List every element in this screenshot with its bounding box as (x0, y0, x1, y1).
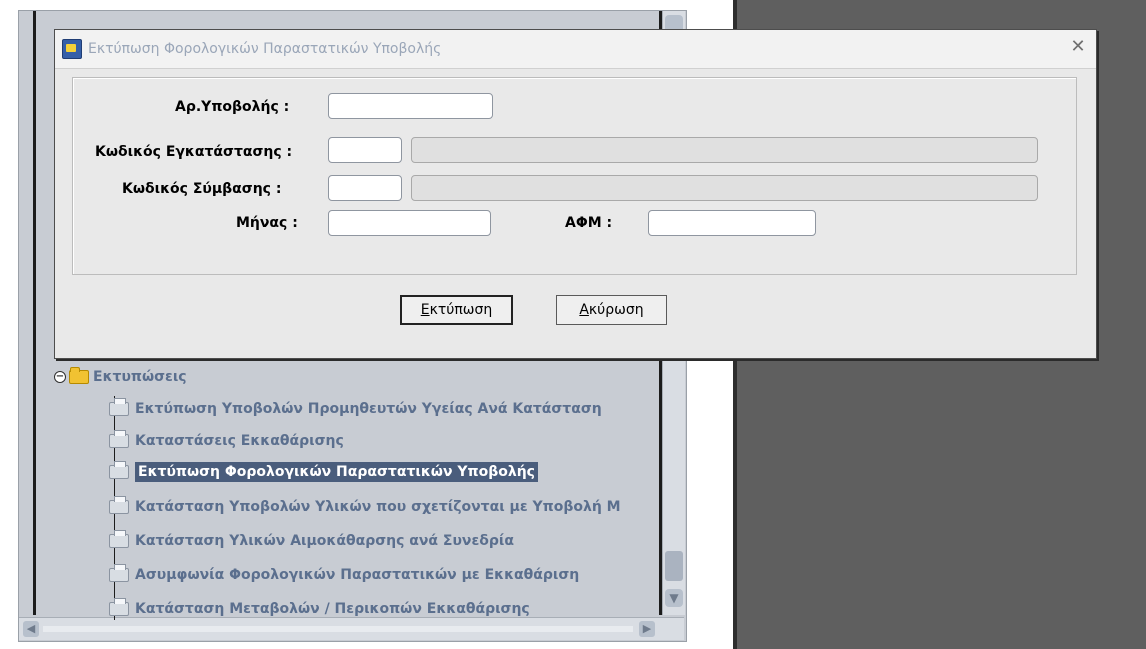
print-button[interactable]: Εκτύπωση (400, 295, 513, 325)
cancel-label: κύρωση (588, 302, 644, 318)
scroll-track[interactable] (43, 626, 633, 632)
tree-item-label: Κατάσταση Υποβολών Υλικών που σχετίζοντα… (135, 499, 621, 515)
tree-root-label: Εκτυπώσεις (93, 369, 187, 385)
horizontal-scrollbar[interactable]: ◀ ▶ (19, 617, 684, 640)
cancel-button[interactable]: Ακύρωση (556, 295, 667, 325)
print-dialog: Εκτύπωση Φορολογικών Παραστατικών Υποβολ… (54, 29, 1097, 359)
tree-item-label: Εκτύπωση Φορολογικών Παραστατικών Υποβολ… (135, 462, 538, 482)
tree-item-clearance-reports[interactable]: Καταστάσεις Εκκαθάρισης (109, 430, 344, 452)
month-input[interactable] (328, 210, 491, 236)
contract-code-label: Κωδικός Σύμβασης : (122, 181, 282, 197)
afm-input[interactable] (648, 210, 816, 236)
scroll-left-button[interactable]: ◀ (23, 621, 39, 637)
contract-name-field (411, 175, 1038, 201)
tree-item-tax-documents[interactable]: Εκτύπωση Φορολογικών Παραστατικών Υποβολ… (109, 461, 538, 483)
installation-code-input[interactable] (328, 137, 402, 163)
tree-item-label: Κατάσταση Υλικών Αιμοκάθαρσης ανά Συνεδρ… (135, 533, 514, 549)
printer-icon (109, 496, 129, 514)
tree-item-health-providers[interactable]: Εκτύπωση Υποβολών Προμηθευτών Υγείας Ανά… (109, 398, 602, 420)
dialog-title: Εκτύπωση Φορολογικών Παραστατικών Υποβολ… (88, 41, 442, 57)
tree-item-label: Ασυμφωνία Φορολογικών Παραστατικών με Εκ… (135, 567, 580, 583)
tree-item-label: Καταστάσεις Εκκαθάρισης (135, 433, 344, 449)
installation-name-field (411, 137, 1038, 163)
printer-icon (109, 430, 129, 448)
submission-no-label: Αρ.Υποβολής : (175, 99, 290, 115)
dialog-titlebar[interactable]: Εκτύπωση Φορολογικών Παραστατικών Υποβολ… (55, 30, 1096, 69)
contract-code-input[interactable] (328, 175, 402, 201)
close-icon[interactable]: ✕ (1068, 36, 1088, 58)
scroll-right-button[interactable]: ▶ (639, 621, 655, 637)
tree-item-tax-mismatch[interactable]: Ασυμφωνία Φορολογικών Παραστατικών με Εκ… (109, 564, 579, 586)
printer-icon (109, 598, 129, 616)
print-label: κτύπωση (429, 302, 493, 318)
printer-icon (109, 564, 129, 582)
printer-icon (109, 530, 129, 548)
scroll-down-button[interactable]: ▼ (665, 589, 683, 607)
scroll-thumb[interactable] (665, 551, 683, 581)
app-icon (62, 39, 82, 59)
collapse-icon[interactable]: − (54, 371, 66, 383)
tree-item-dialysis-materials[interactable]: Κατάσταση Υλικών Αιμοκάθαρσης ανά Συνεδρ… (109, 530, 514, 552)
tree-item-material-submissions[interactable]: Κατάσταση Υποβολών Υλικών που σχετίζοντα… (109, 496, 621, 518)
tree-border-left (33, 11, 36, 615)
installation-code-label: Κωδικός Εγκατάστασης : (95, 144, 293, 160)
month-label: Μήνας : (236, 215, 298, 231)
tree-item-label: Εκτύπωση Υποβολών Προμηθευτών Υγείας Ανά… (135, 401, 602, 417)
printer-icon (109, 461, 129, 479)
printer-icon (109, 398, 129, 416)
submission-no-input[interactable] (328, 93, 493, 119)
tree-item-changes-cuts[interactable]: Κατάσταση Μεταβολών / Περικοπών Εκκαθάρι… (109, 598, 530, 620)
cancel-mnemonic: Α (579, 302, 589, 318)
print-mnemonic: Ε (420, 302, 430, 318)
folder-open-icon (69, 367, 89, 384)
afm-label: ΑΦΜ : (565, 215, 613, 231)
tree-item-label: Κατάσταση Μεταβολών / Περικοπών Εκκαθάρι… (135, 601, 530, 617)
tree-root-printouts[interactable]: − Εκτυπώσεις (54, 366, 187, 388)
